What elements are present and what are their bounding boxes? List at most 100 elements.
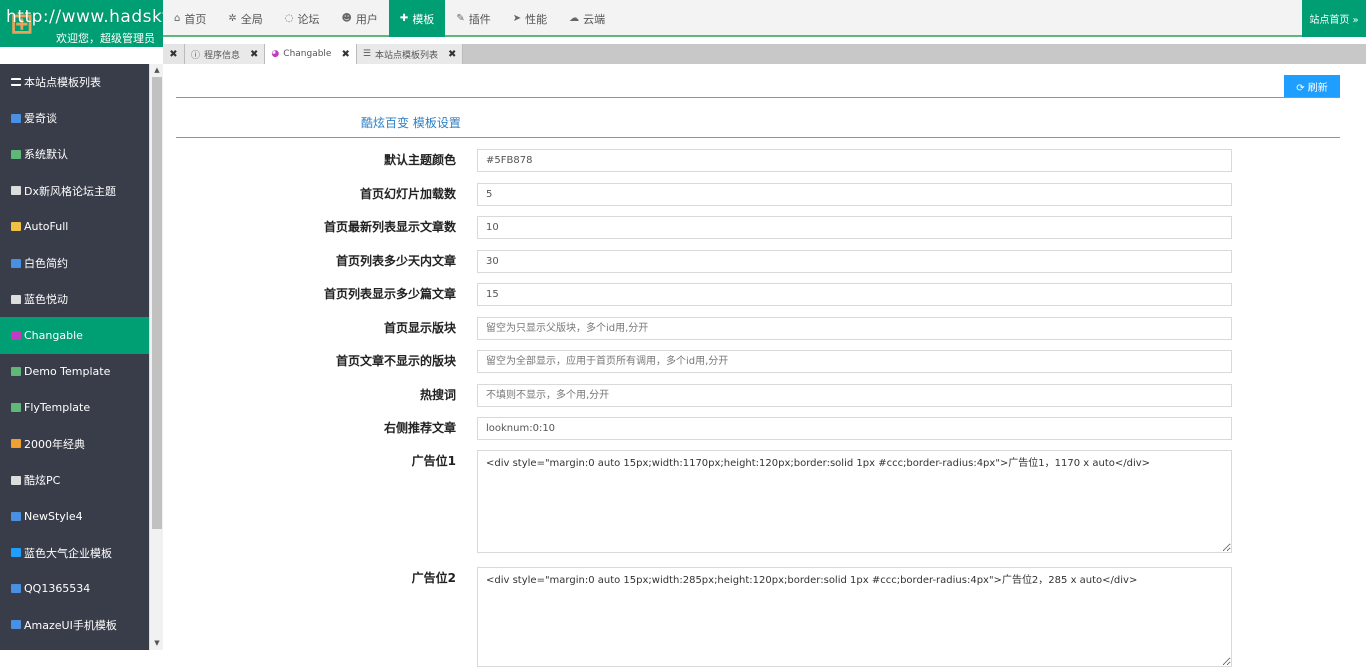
sidebar-item[interactable]: NewStyle4	[0, 498, 149, 534]
hidden-boards-input[interactable]	[477, 350, 1232, 373]
template-icon	[11, 294, 21, 304]
sidebar-item-label: 系统默认	[24, 148, 68, 162]
field-label: 首页幻灯片加载数	[359, 186, 456, 201]
field-label: 默认主题颜色	[383, 153, 456, 167]
field-label: 热搜词	[419, 387, 456, 402]
sidebar-item[interactable]: 爱奇谈	[0, 100, 149, 136]
tab-template-list[interactable]: ☰ 本站点模板列表 ✖	[356, 44, 464, 64]
divider	[176, 137, 1340, 138]
template-icon	[11, 258, 21, 268]
nav-plugins[interactable]: ✎ 插件	[445, 0, 501, 37]
sidebar-item[interactable]: FlyTemplate	[0, 390, 149, 426]
scroll-thumb[interactable]	[152, 77, 162, 529]
welcome-text: 欢迎您，超级管理员	[56, 32, 155, 45]
template-icon	[11, 584, 21, 594]
close-icon[interactable]: ✖	[250, 49, 258, 60]
tab-label: Changable	[283, 49, 332, 59]
tab-changable[interactable]: ◕ Changable ✖	[265, 44, 357, 64]
theme-color-input[interactable]	[477, 149, 1232, 172]
sidebar-item-label: 爱奇谈	[24, 112, 57, 126]
sidebar-item[interactable]: Dx新风格论坛主题	[0, 173, 149, 209]
sidebar-item[interactable]: Changable	[0, 317, 149, 354]
scroll-down-arrow-icon[interactable]: ▼	[150, 637, 164, 650]
hot-words-input[interactable]	[477, 383, 1232, 407]
field-label: 右侧推荐文章	[383, 421, 456, 435]
scroll-up-arrow-icon[interactable]: ▲	[150, 64, 164, 77]
list-count-input[interactable]	[477, 283, 1232, 306]
days-input[interactable]	[477, 249, 1232, 273]
sidebar-item[interactable]: 白色简约	[0, 245, 149, 281]
ad1-textarea[interactable]: <div style="margin:0 auto 15px;width:117…	[477, 450, 1232, 553]
nav-label: 首页	[184, 12, 207, 26]
logo-area[interactable]: ⊞ http://www.hadsky.com 欢迎您，超级管理员	[0, 0, 163, 47]
template-icon	[11, 186, 21, 196]
sidebar-item[interactable]: 蓝色悦动	[0, 281, 149, 317]
template-icon	[11, 439, 21, 449]
nav-cloud[interactable]: ☁ 云端	[558, 0, 616, 37]
cloud-icon: ☁	[569, 13, 580, 24]
sidebar: 本站点模板列表 爱奇谈系统默认 Dx新风格论坛主题 AutoFull 白色简约蓝色悦动 C…	[0, 64, 149, 650]
tab-program-info[interactable]: ⓘ 程序信息 ✖	[185, 44, 266, 64]
palette-icon: ◕	[271, 49, 280, 59]
close-icon[interactable]: ✖	[341, 49, 349, 60]
tab-label: 程序信息	[204, 50, 241, 61]
home-icon: ⌂	[174, 13, 181, 24]
latest-count-input[interactable]	[477, 216, 1232, 239]
nav-forum[interactable]: ◌ 论坛	[274, 0, 331, 37]
sidebar-scrollbar[interactable]: ▲ ▼	[149, 64, 163, 650]
sidebar-item[interactable]: 2000年经典	[0, 426, 149, 462]
sidebar-item[interactable]: 本站点模板列表	[0, 64, 149, 100]
sidebar-item[interactable]: AutoFull	[0, 209, 149, 245]
field-label: 首页最新列表显示文章数	[323, 220, 456, 234]
nav-label: 模板	[412, 12, 435, 26]
sidebar-item[interactable]: 蓝色大气企业模板	[0, 534, 149, 570]
nav-label: 插件	[468, 12, 491, 26]
slide-count-input[interactable]	[477, 182, 1232, 206]
refresh-button[interactable]: ⟳ 刷新	[1284, 75, 1340, 98]
sidebar-item-label: 白色简约	[24, 257, 68, 271]
section-title: 酷炫百变 模板设置	[361, 116, 461, 130]
sidebar-item[interactable]: 酷炫PC	[0, 462, 149, 498]
sidebar-item[interactable]: 系统默认	[0, 136, 149, 172]
send-icon: ➤	[512, 13, 522, 24]
sidebar-item[interactable]: AmazeUI手机模板	[0, 607, 149, 643]
nav-global[interactable]: ✲ 全局	[217, 0, 273, 37]
field-label: 首页列表多少天内文章	[335, 253, 456, 268]
field-label: 首页列表显示多少篇文章	[323, 287, 456, 301]
nav-users[interactable]: ☻ 用户	[330, 0, 388, 37]
sidebar-item-label: FlyTemplate	[24, 401, 91, 415]
template-icon	[11, 222, 21, 232]
nav-label: 全局	[240, 12, 263, 26]
nav-home[interactable]: ⌂ 首页	[163, 0, 217, 37]
puzzle-icon: ✚	[399, 13, 409, 24]
users-icon: ☻	[341, 13, 352, 24]
main-content: ⟳ 刷新 酷炫百变 模板设置 默认主题颜色 首页幻灯片加载数 首页最新列表显示文…	[163, 64, 1366, 667]
top-nav: ⌂ 首页 ✲ 全局 ◌ 论坛 ☻ 用户 ✚ 模板 ✎ 插件 ➤ 性能 ☁ 云端	[163, 0, 616, 37]
ad2-textarea[interactable]: <div style="margin:0 auto 15px;width:285…	[477, 567, 1232, 667]
template-icon	[11, 620, 21, 630]
nav-performance[interactable]: ➤ 性能	[502, 0, 558, 37]
close-icon[interactable]: ✖	[448, 49, 456, 60]
close-all-tabs-button[interactable]: ✖	[163, 44, 185, 64]
sidebar-item-label: 酷炫PC	[24, 474, 61, 488]
site-home-button[interactable]: 站点首页 »	[1302, 0, 1366, 37]
nav-templates[interactable]: ✚ 模板	[388, 0, 446, 37]
info-icon: ⓘ	[191, 50, 201, 61]
sidebar-item[interactable]: Demo Template	[0, 354, 149, 390]
gears-icon: ✲	[228, 13, 237, 24]
template-icon	[11, 403, 21, 413]
logo-watermark-url: http://www.hadsky.com	[6, 7, 163, 27]
tab-bar: ✖ ⓘ 程序信息 ✖ ◕ Changable ✖ ☰ 本站点模板列表 ✖	[163, 44, 1366, 64]
home-boards-input[interactable]	[477, 316, 1232, 340]
template-icon	[11, 511, 21, 521]
sidebar-item-label: Changable	[24, 328, 83, 342]
list-icon: ☰	[362, 49, 371, 59]
recommend-input[interactable]	[477, 417, 1232, 440]
sidebar-item[interactable]: QQ1365534	[0, 571, 149, 607]
template-icon	[11, 367, 21, 377]
template-icon	[11, 330, 21, 340]
tab-label: 本站点模板列表	[374, 50, 438, 61]
template-icon	[11, 113, 21, 123]
template-icon	[11, 149, 21, 159]
sidebar-item-label: 本站点模板列表	[24, 76, 101, 90]
